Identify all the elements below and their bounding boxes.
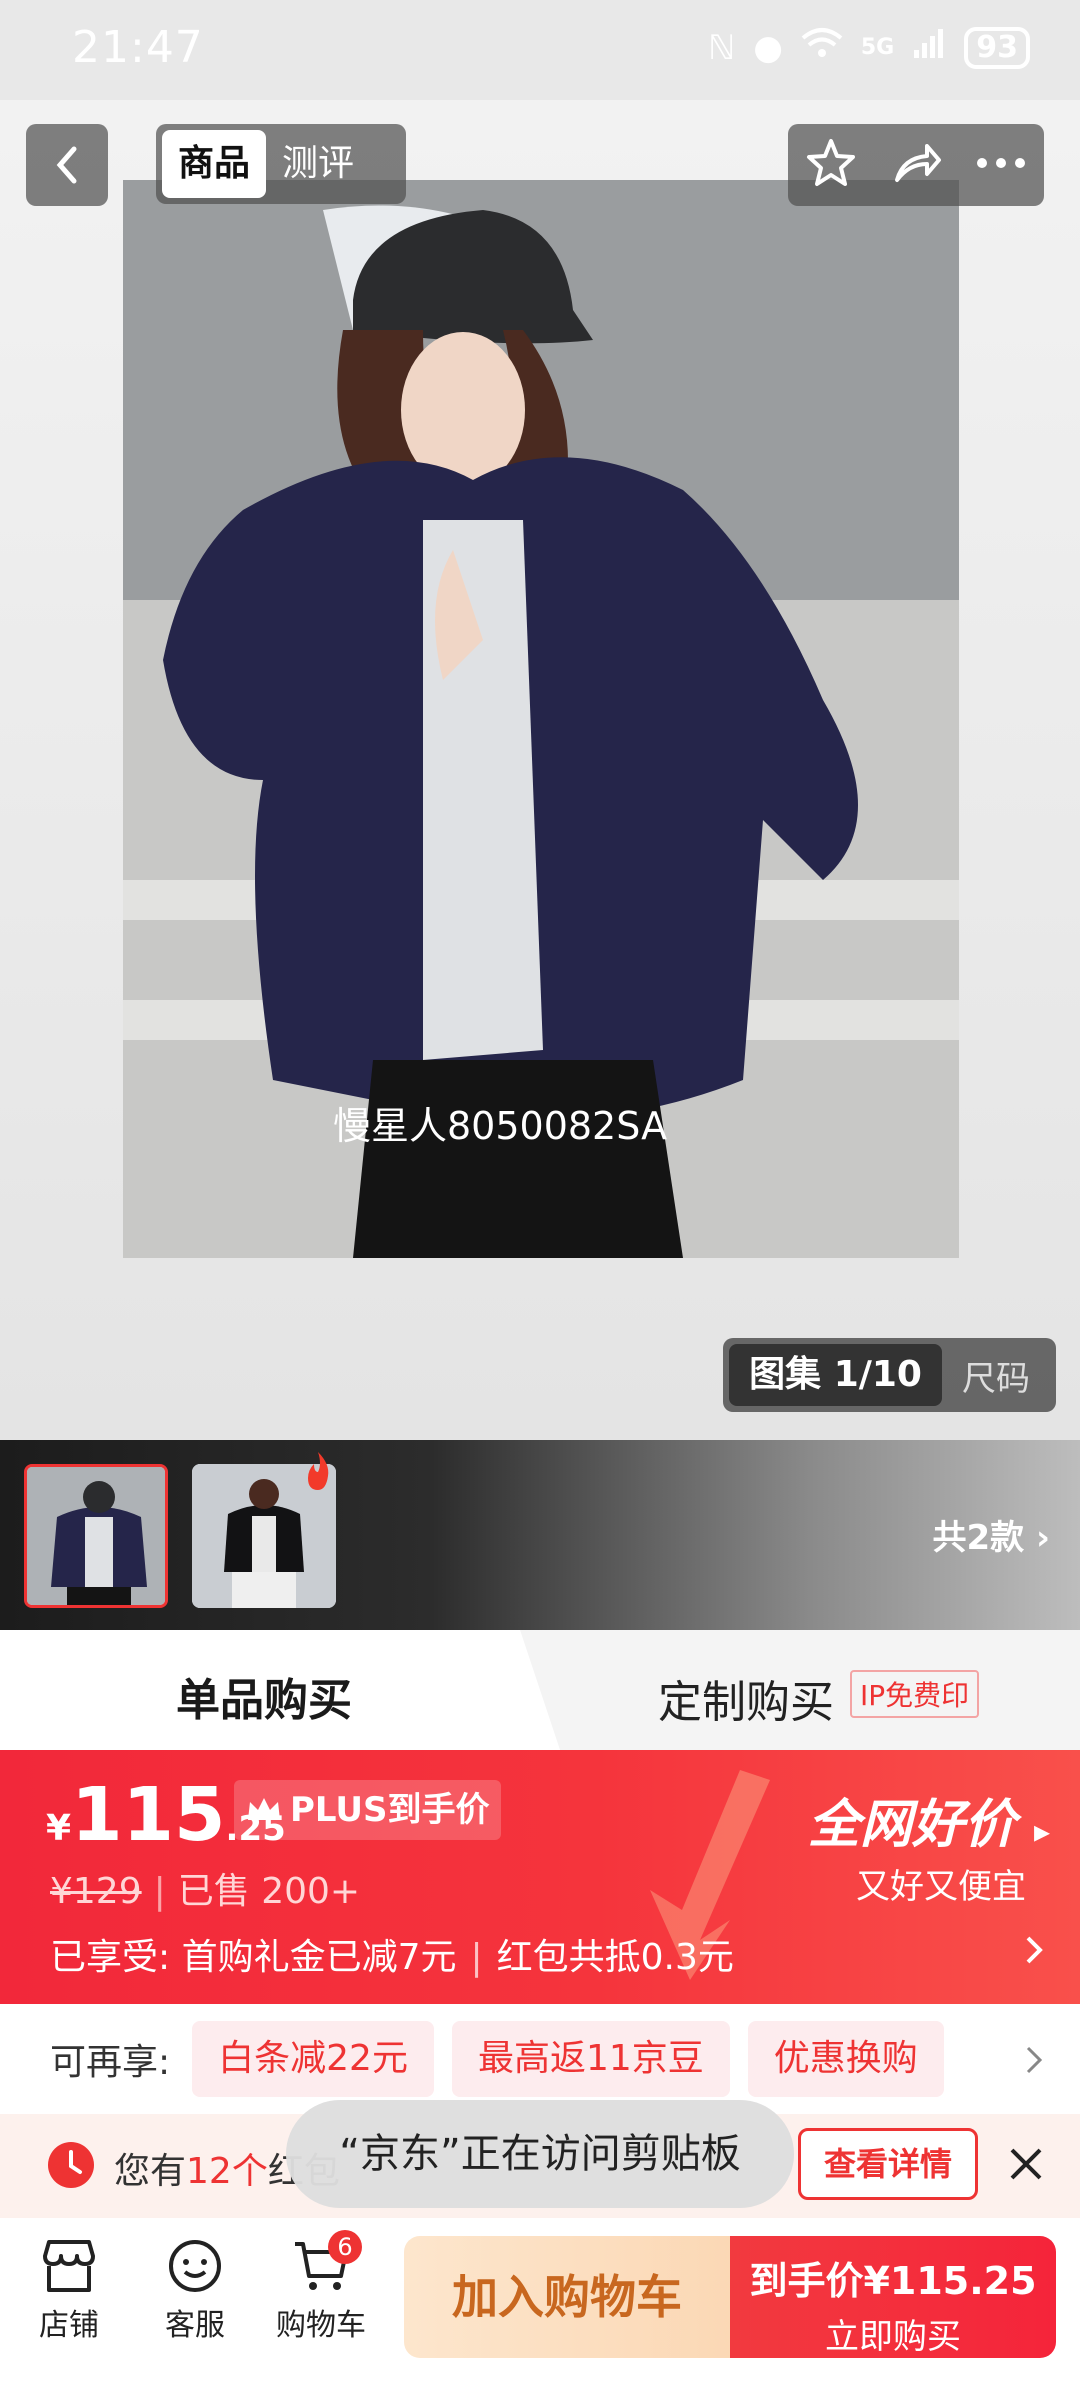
purchase-mode-tabs: 单品购买 定制购买 IP免费印 — [0, 1630, 1080, 1750]
offers-label: 可再享: — [50, 2042, 171, 2083]
cart-label: 购物车 — [276, 2308, 366, 2343]
favorite-star-icon[interactable] — [804, 136, 858, 194]
cart-button[interactable]: 购物车 6 — [266, 2230, 376, 2344]
size-tab[interactable]: 尺码 — [942, 1351, 1050, 1400]
buy-now-button[interactable]: 到手价¥115.25 立即购买 — [730, 2236, 1056, 2358]
enjoyed-discounts: 已享受: 首购礼金已减7元 | 红包共抵0.3元 — [50, 1937, 734, 1978]
offer-chip-baitiao[interactable]: 白条减22元 — [192, 2021, 434, 2097]
extra-offers: 可再享: 白条减22元 最高返11京豆 优惠换购 — [0, 2004, 1080, 2114]
share-icon[interactable] — [889, 136, 943, 194]
more-icon[interactable] — [974, 153, 1028, 177]
sold-count: 已售 200+ — [177, 1871, 361, 1912]
store-button[interactable]: 店铺 — [14, 2238, 124, 2344]
location-icon: ● — [753, 27, 783, 68]
signal-icon — [912, 26, 946, 69]
customer-service-button[interactable]: 客服 — [140, 2238, 250, 2344]
page-tabs: 商品 测评 — [156, 124, 406, 204]
nfc-icon: ℕ — [707, 27, 736, 68]
chevron-right-icon[interactable] — [1024, 1934, 1044, 1966]
store-label: 店铺 — [39, 2308, 99, 2343]
price-banner[interactable]: ¥115.25 PLUS到手价 ¥129 | 已售 200+ 已享受: 首购礼金已减… — [0, 1750, 1080, 2004]
close-icon[interactable] — [1004, 2142, 1048, 2186]
back-button[interactable] — [26, 124, 108, 206]
original-price: ¥129 — [50, 1871, 142, 1912]
variant-strip: 共2款 › — [0, 1440, 1080, 1630]
offer-chip-exchange[interactable]: 优惠换购 — [747, 2021, 944, 2097]
status-bar: 21:47 ℕ ● 5G 93 — [0, 0, 1080, 100]
clock-icon — [48, 2142, 94, 2188]
tab-custom-purchase[interactable]: 定制购买 — [658, 1666, 834, 1730]
status-time: 21:47 — [72, 22, 204, 73]
gallery-tab[interactable]: 图集 1/10 — [729, 1344, 942, 1406]
product-gallery[interactable]: 慢星人8050082SA 图集 1/10 尺码 — [0, 100, 1080, 1440]
battery-indicator: 93 — [964, 26, 1030, 69]
variant-count[interactable]: 共2款 › — [932, 1510, 1050, 1559]
price-sub-line: ¥129 | 已售 200+ — [50, 1871, 361, 1912]
enjoyed-prefix: 已享受: — [50, 1937, 171, 1978]
wifi-icon — [801, 26, 843, 69]
clipboard-toast: “京东”正在访问剪贴板 — [286, 2100, 794, 2208]
service-icon — [169, 2240, 221, 2292]
hot-flame-icon — [308, 1452, 329, 1490]
enjoyed-redpacket: 红包共抵0.3元 — [496, 1937, 734, 1978]
bottom-action-bar: 店铺 客服 购物车 6 加入购物车 到手价¥115.25 立即购买 — [0, 2218, 1080, 2400]
plus-price-label: PLUS到手价 — [290, 1790, 490, 1830]
add-to-cart-button[interactable]: 加入购物车 — [404, 2236, 730, 2358]
buy-now-label: 立即购买 — [825, 2317, 961, 2357]
variant-count-label: 共2款 — [932, 1518, 1025, 1558]
best-price-promo[interactable]: 全网好价 ▸ 又好又便宜 — [808, 1782, 1050, 1908]
ip-free-print-badge: IP免费印 — [850, 1670, 980, 1718]
crown-icon — [248, 1798, 280, 1820]
cart-count-badge: 6 — [328, 2230, 362, 2264]
chevron-right-icon[interactable] — [1024, 2044, 1044, 2076]
single-purchase-label: 单品购买 — [176, 1675, 352, 1726]
offer-chip-jingdou[interactable]: 最高返11京豆 — [451, 2021, 730, 2097]
store-icon — [43, 2240, 95, 2292]
chevron-left-icon — [56, 146, 77, 184]
photo-caption: 慢星人8050082SA — [333, 1104, 668, 1148]
tab-single-purchase[interactable]: 单品购买 — [0, 1630, 560, 1750]
notice-count: 12个 — [186, 2151, 268, 2192]
variant-thumbnail[interactable] — [24, 1464, 168, 1608]
notice-prefix: 您有 — [114, 2151, 187, 2192]
product-photo[interactable]: 慢星人8050082SA — [123, 180, 959, 1258]
nav-actions — [788, 124, 1044, 206]
network-label: 5G — [860, 35, 895, 60]
price-currency: ¥ — [46, 1808, 72, 1849]
enjoyed-gift: 首购礼金已减7元 — [181, 1937, 457, 1978]
buy-price-label: 到手价¥115.25 — [749, 2259, 1037, 2303]
tab-product[interactable]: 商品 — [162, 130, 267, 198]
plus-price-badge: PLUS到手价 — [234, 1780, 502, 1840]
service-label: 客服 — [165, 2308, 225, 2343]
chevron-right-icon: › — [1035, 1518, 1050, 1558]
view-details-button[interactable]: 查看详情 — [798, 2128, 978, 2200]
gallery-switcher[interactable]: 图集 1/10 尺码 — [723, 1338, 1056, 1412]
best-price-title: 全网好价 — [807, 1795, 1016, 1855]
best-price-subtitle: 又好又便宜 — [856, 1867, 1026, 1907]
price-integer: 115 — [71, 1772, 226, 1858]
tab-review[interactable]: 测评 — [266, 130, 370, 198]
status-icons: ℕ ● 5G 93 — [708, 26, 1030, 69]
caret-right-icon: ▸ — [1033, 1812, 1050, 1850]
